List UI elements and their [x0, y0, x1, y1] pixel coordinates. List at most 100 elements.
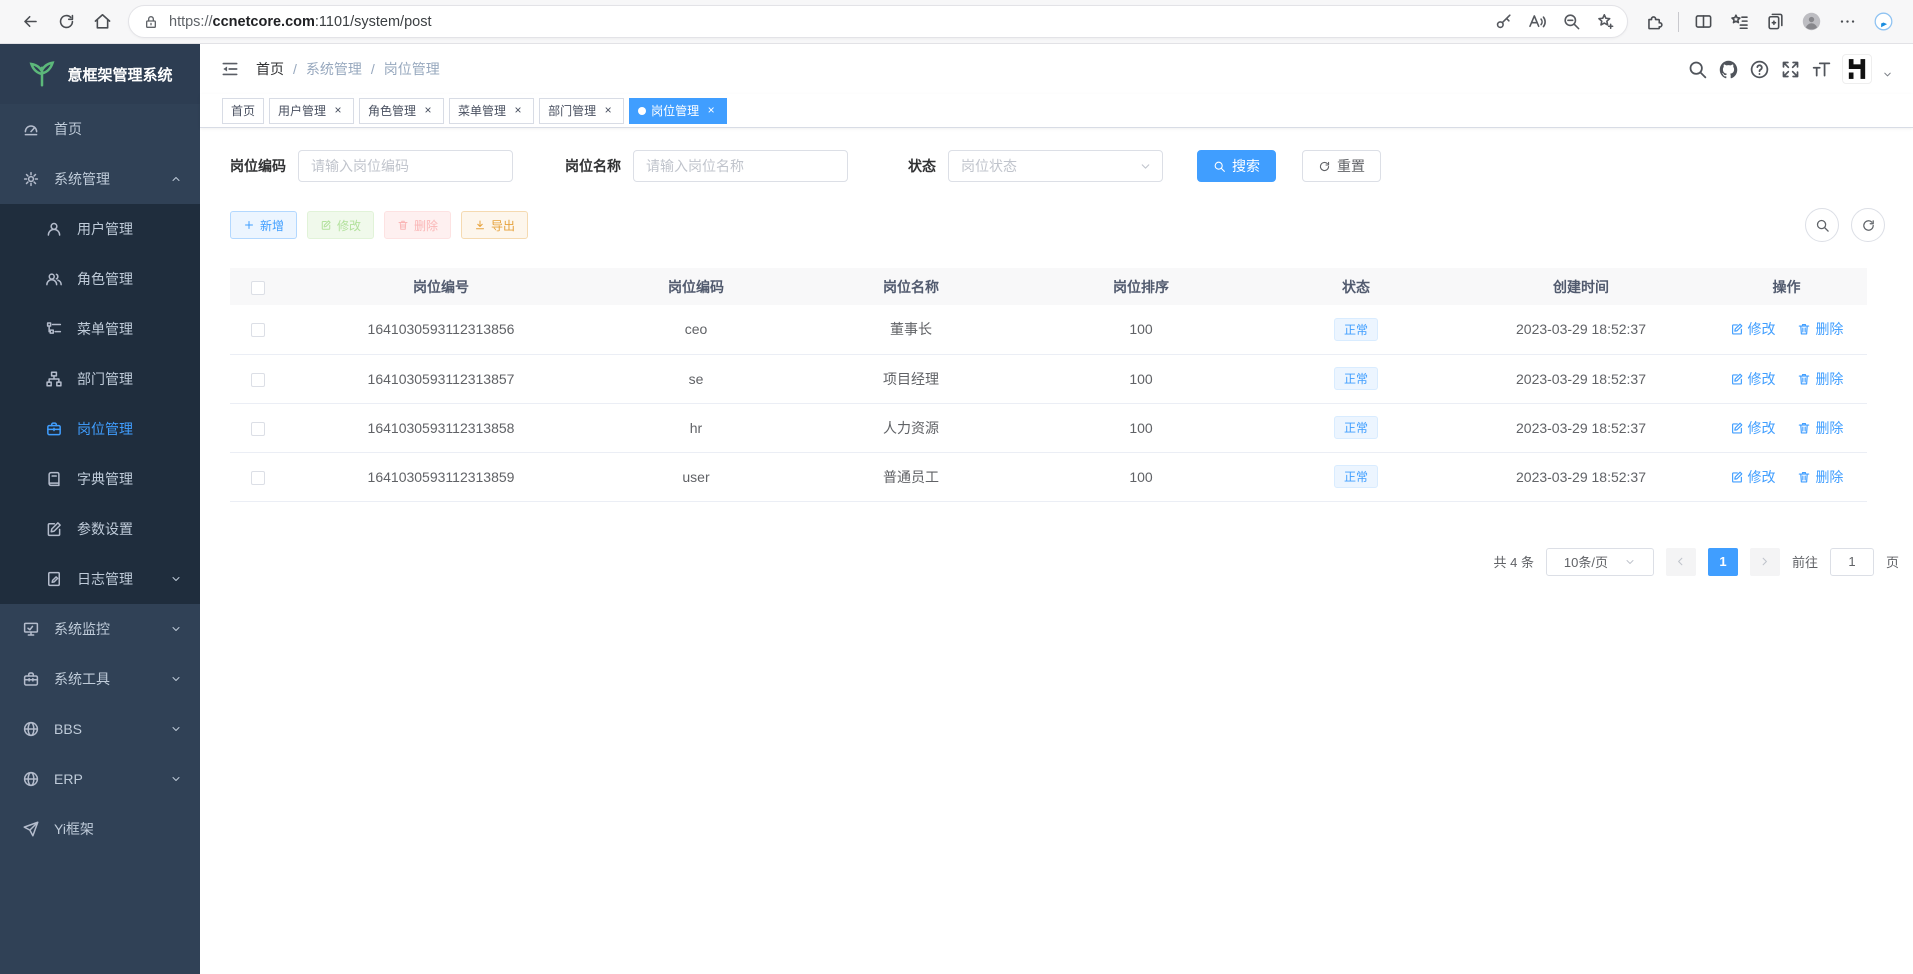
extensions-icon[interactable] — [1636, 5, 1672, 39]
post-id-cell: 1641030593112313858 — [286, 403, 596, 452]
reset-button[interactable]: 重置 — [1302, 150, 1381, 182]
browser-back-button[interactable] — [12, 5, 48, 39]
fullscreen-icon[interactable] — [1780, 59, 1801, 80]
password-key-icon[interactable] — [1487, 7, 1519, 37]
row-checkbox[interactable] — [251, 471, 265, 485]
row-edit-link[interactable]: 修改 — [1730, 418, 1776, 438]
github-icon[interactable] — [1718, 59, 1739, 80]
sidebar-item-roles[interactable]: 角色管理 — [0, 254, 200, 304]
favorites-add-icon[interactable] — [1589, 7, 1621, 37]
duplicate-tab-icon[interactable] — [1757, 5, 1793, 39]
page-number-1[interactable]: 1 — [1708, 548, 1738, 576]
edit-button-disabled[interactable]: 修改 — [307, 211, 374, 239]
chevron-down-icon — [1139, 160, 1152, 173]
browser-home-button[interactable] — [84, 5, 120, 39]
browser-profile-avatar[interactable] — [1793, 5, 1829, 39]
post-name-cell: 董事长 — [796, 305, 1026, 354]
tab-depts[interactable]: 部门管理 — [539, 98, 624, 124]
row-delete-link[interactable]: 删除 — [1797, 369, 1843, 389]
sidebar-item-monitor[interactable]: 系统监控 — [0, 604, 200, 654]
tab-close-icon[interactable] — [421, 104, 435, 118]
sidebar-item-logs[interactable]: 日志管理 — [0, 554, 200, 604]
row-delete-link[interactable]: 删除 — [1797, 319, 1843, 339]
delete-button-disabled[interactable]: 删除 — [384, 211, 451, 239]
sidebar-item-dict[interactable]: 字典管理 — [0, 454, 200, 504]
sidebar-item-menus[interactable]: 菜单管理 — [0, 304, 200, 354]
tab-posts-active[interactable]: 岗位管理 — [629, 98, 727, 124]
zoom-out-icon[interactable] — [1555, 7, 1587, 37]
tab-home[interactable]: 首页 — [222, 98, 264, 124]
add-button[interactable]: 新增 — [230, 211, 297, 239]
row-edit-link[interactable]: 修改 — [1730, 369, 1776, 389]
delete-button-label: 删除 — [414, 217, 438, 234]
breadcrumb-home[interactable]: 首页 — [256, 59, 284, 79]
bing-chat-icon[interactable] — [1865, 5, 1901, 39]
url-scheme: https:// — [169, 14, 213, 30]
split-screen-icon[interactable] — [1685, 5, 1721, 39]
sidebar-item-label: 系统管理 — [54, 169, 110, 189]
tab-roles[interactable]: 角色管理 — [359, 98, 444, 124]
post-name-input[interactable] — [633, 150, 848, 182]
header-search-icon[interactable] — [1687, 59, 1708, 80]
row-edit-link[interactable]: 修改 — [1730, 319, 1776, 339]
row-edit-link[interactable]: 修改 — [1730, 467, 1776, 487]
sidebar-item-erp[interactable]: ERP — [0, 754, 200, 804]
tab-close-icon[interactable] — [704, 104, 718, 118]
help-icon[interactable] — [1749, 59, 1770, 80]
tab-close-icon[interactable] — [331, 104, 345, 118]
export-button[interactable]: 导出 — [461, 211, 528, 239]
post-code-cell: hr — [596, 403, 796, 452]
delete-link-label: 删除 — [1815, 467, 1843, 487]
sidebar-item-system[interactable]: 系统管理 — [0, 154, 200, 204]
post-sort-cell: 100 — [1026, 403, 1256, 452]
collections-icon[interactable] — [1721, 5, 1757, 39]
status-select[interactable]: 岗位状态 — [948, 150, 1163, 182]
lock-icon[interactable] — [143, 14, 159, 30]
refresh-table-button[interactable] — [1851, 208, 1885, 242]
tab-close-icon[interactable] — [511, 104, 525, 118]
toggle-search-button[interactable] — [1805, 208, 1839, 242]
tab-menus[interactable]: 菜单管理 — [449, 98, 534, 124]
sidebar-item-home[interactable]: 首页 — [0, 104, 200, 154]
row-checkbox[interactable] — [251, 422, 265, 436]
edit-link-label: 修改 — [1748, 369, 1776, 389]
select-all-checkbox[interactable] — [251, 281, 265, 295]
chevron-down-icon — [170, 573, 182, 585]
font-size-icon[interactable] — [1811, 59, 1832, 80]
sidebar-item-bbs[interactable]: BBS — [0, 704, 200, 754]
read-aloud-icon[interactable] — [1521, 7, 1553, 37]
row-checkbox[interactable] — [251, 373, 265, 387]
page-size-select[interactable]: 10条/页 — [1546, 548, 1654, 576]
app-logo: 意框架管理系统 — [0, 44, 200, 104]
sidebar-item-params[interactable]: 参数设置 — [0, 504, 200, 554]
url-text[interactable]: https://ccnetcore.com:1101/system/post — [169, 14, 1487, 30]
browser-menu-icon[interactable] — [1829, 5, 1865, 39]
post-code-input[interactable] — [298, 150, 513, 182]
row-delete-link[interactable]: 删除 — [1797, 418, 1843, 438]
tab-label: 用户管理 — [278, 102, 326, 119]
sidebar-item-users[interactable]: 用户管理 — [0, 204, 200, 254]
col-created-at: 创建时间 — [1456, 268, 1706, 305]
next-page-button[interactable] — [1750, 548, 1780, 576]
sidebar-fold-icon[interactable] — [220, 59, 240, 79]
browser-refresh-button[interactable] — [48, 5, 84, 39]
sidebar-item-yi[interactable]: Yi框架 — [0, 804, 200, 854]
prev-page-button[interactable] — [1666, 548, 1696, 576]
user-avatar[interactable] — [1842, 54, 1872, 84]
edit-icon — [1730, 470, 1744, 484]
sidebar-item-depts[interactable]: 部门管理 — [0, 354, 200, 404]
goto-label: 前往 — [1792, 552, 1818, 571]
row-delete-link[interactable]: 删除 — [1797, 467, 1843, 487]
tab-close-icon[interactable] — [601, 104, 615, 118]
tab-users[interactable]: 用户管理 — [269, 98, 354, 124]
search-button[interactable]: 搜索 — [1197, 150, 1276, 182]
sidebar-item-tools[interactable]: 系统工具 — [0, 654, 200, 704]
address-bar[interactable]: https://ccnetcore.com:1101/system/post — [128, 5, 1628, 38]
row-checkbox[interactable] — [251, 323, 265, 337]
breadcrumb-system[interactable]: 系统管理 — [306, 59, 362, 79]
sidebar-item-label: 岗位管理 — [77, 419, 133, 439]
goto-page-input[interactable] — [1830, 548, 1874, 576]
avatar-caret-icon[interactable] — [1882, 69, 1893, 80]
sidebar-item-posts[interactable]: 岗位管理 — [0, 404, 200, 454]
header-tools — [1687, 54, 1893, 84]
